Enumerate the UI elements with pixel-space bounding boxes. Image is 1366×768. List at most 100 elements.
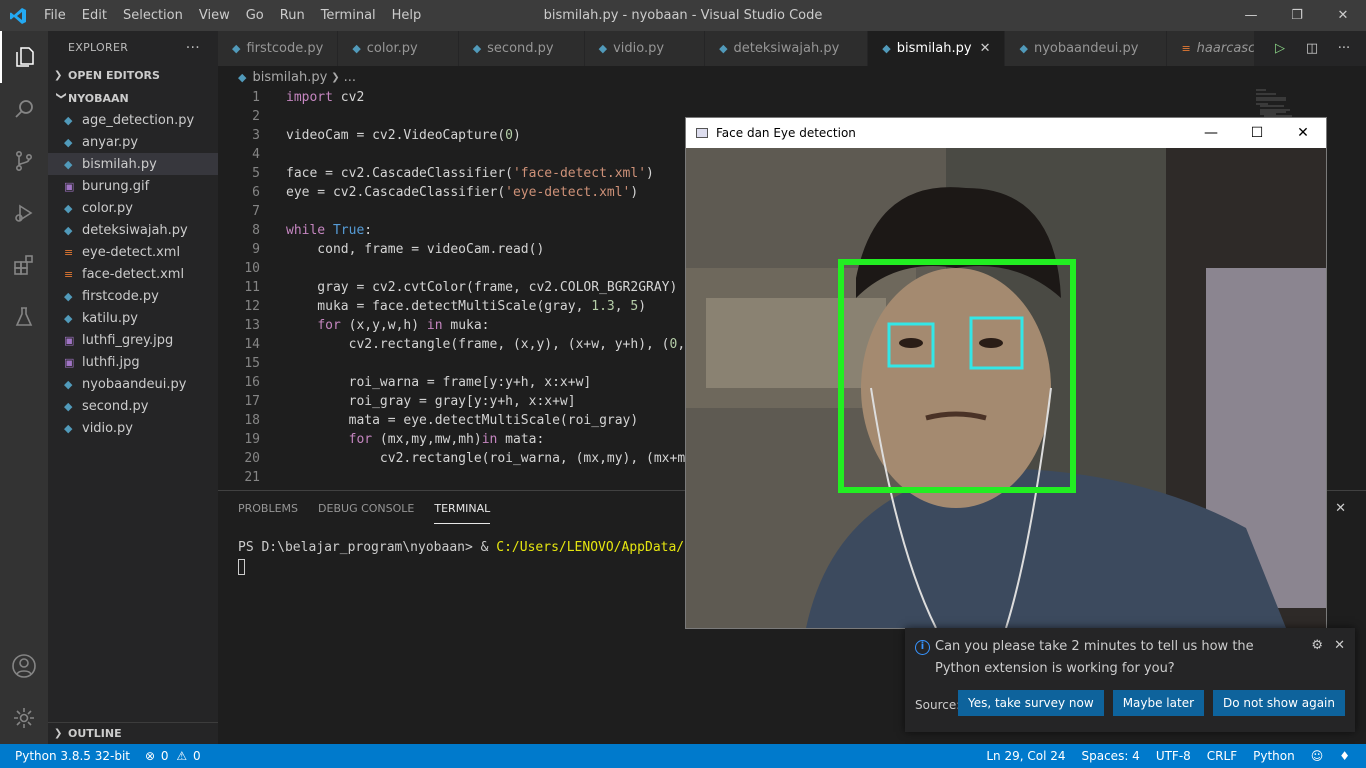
file-item[interactable]: ◆ nyobaandeui.py — [48, 373, 218, 395]
tab-debug-console[interactable]: DEBUG CONSOLE — [318, 494, 414, 523]
run-python-file-icon[interactable]: ▷ — [1264, 41, 1296, 56]
breadcrumb-file[interactable]: bismilah.py — [252, 70, 327, 85]
settings-gear-icon[interactable] — [0, 692, 48, 744]
file-item[interactable]: ◆ color.py — [48, 197, 218, 219]
vscode-logo-icon — [0, 0, 36, 31]
file-item[interactable]: ◆ second.py — [48, 395, 218, 417]
explorer-icon[interactable] — [0, 31, 48, 83]
code-text: muka = face.detectMultiScale(gray, 1.3, … — [286, 299, 647, 314]
menu-file[interactable]: File — [36, 0, 74, 31]
account-icon[interactable] — [0, 640, 48, 692]
menu-run[interactable]: Run — [272, 0, 313, 31]
file-item[interactable]: ◆ vidio.py — [48, 417, 218, 439]
file-item[interactable]: ◆ age_detection.py — [48, 109, 218, 131]
minimize-icon[interactable]: — — [1228, 0, 1274, 31]
file-item[interactable]: ▣ luthfi.jpg — [48, 351, 218, 373]
file-item[interactable]: ≡ face-detect.xml — [48, 263, 218, 285]
breadcrumb-rest[interactable]: ... — [344, 70, 356, 85]
outline-section[interactable]: ❯ OUTLINE — [48, 722, 218, 744]
file-label: luthfi_grey.jpg — [82, 332, 174, 348]
cursor-position[interactable]: Ln 29, Col 24 — [986, 749, 1065, 763]
code-text: for (x,y,w,h) in muka: — [317, 318, 490, 333]
menu-go[interactable]: Go — [238, 0, 272, 31]
restore-icon[interactable]: ❐ — [1274, 0, 1320, 31]
encoding[interactable]: UTF-8 — [1156, 749, 1191, 763]
folder-section[interactable]: ❯ NYOBAAN — [48, 87, 218, 109]
language-mode[interactable]: Python — [1253, 749, 1295, 763]
tab-problems[interactable]: PROBLEMS — [238, 494, 298, 523]
gear-icon[interactable]: ⚙ — [1311, 638, 1323, 653]
split-editor-icon[interactable]: ◫ — [1296, 41, 1328, 56]
menu-help[interactable]: Help — [384, 0, 430, 31]
tab-bismilah[interactable]: ◆ bismilah.py ✕ — [868, 31, 1006, 66]
run-debug-icon[interactable] — [0, 187, 48, 239]
problems-status[interactable]: ⊗ 0 ⚠ 0 — [145, 749, 201, 763]
file-item[interactable]: ◆ firstcode.py — [48, 285, 218, 307]
open-editors-section[interactable]: ❯ OPEN EDITORS — [48, 64, 218, 86]
file-item[interactable]: ◆ deteksiwajah.py — [48, 219, 218, 241]
tab-vidio[interactable]: ◆ vidio.py — [584, 31, 706, 66]
editor-tabs: ◆ firstcode.py ◆ color.py ◆ second.py ◆ vidi… — [218, 31, 1366, 66]
source-control-icon[interactable] — [0, 135, 48, 187]
python-file-icon: ◆ — [598, 42, 608, 55]
tab-color[interactable]: ◆ color.py — [338, 31, 459, 66]
end-of-line[interactable]: CRLF — [1207, 749, 1237, 763]
close-icon[interactable]: ✕ — [1334, 638, 1345, 653]
menu-selection[interactable]: Selection — [115, 0, 191, 31]
minimize-icon[interactable]: — — [1188, 118, 1234, 148]
menu-edit[interactable]: Edit — [74, 0, 115, 31]
tab-deteksiwajah[interactable]: ◆ deteksiwajah.py — [705, 31, 869, 66]
more-actions-icon[interactable]: ··· — [186, 40, 200, 56]
tab-terminal[interactable]: TERMINAL — [434, 494, 491, 524]
code-text: cond, frame = videoCam.read() — [286, 242, 545, 257]
file-item[interactable]: ◆ anyar.py — [48, 131, 218, 153]
more-actions-icon[interactable]: ··· — [1328, 41, 1360, 56]
image-file-icon: ▣ — [64, 355, 75, 369]
file-item[interactable]: ▣ luthfi_grey.jpg — [48, 329, 218, 351]
extensions-icon[interactable] — [0, 239, 48, 291]
opencv-window[interactable]: Face dan Eye detection — ☐ ✕ — [685, 117, 1327, 629]
maybe-later-button[interactable]: Maybe later — [1112, 690, 1205, 716]
file-label: color.py — [82, 200, 133, 216]
tab-nyobaandeui[interactable]: ◆ nyobaandeui.py — [1005, 31, 1168, 66]
file-label: katilu.py — [82, 310, 138, 326]
file-item-selected[interactable]: ◆ bismilah.py — [48, 153, 218, 175]
folder-label: NYOBAAN — [68, 91, 129, 105]
chevron-right-icon: ❯ — [54, 69, 63, 81]
window-controls: — ❐ ✕ — [1228, 0, 1366, 31]
tab-second[interactable]: ◆ second.py — [458, 31, 585, 66]
notifications-bell-icon[interactable]: ♦ — [1339, 749, 1350, 763]
file-item[interactable]: ≡ eye-detect.xml — [48, 241, 218, 263]
feedback-icon[interactable]: ☺ — [1311, 749, 1324, 763]
line-number: 12 — [244, 299, 260, 314]
do-not-show-again-button[interactable]: Do not show again — [1213, 690, 1345, 716]
code-line[interactable]: 1 import cv2 — [218, 88, 1366, 107]
search-icon[interactable] — [0, 83, 48, 135]
line-number: 17 — [244, 394, 260, 409]
opencv-window-title: Face dan Eye detection — [716, 126, 856, 140]
indentation[interactable]: Spaces: 4 — [1082, 749, 1140, 763]
terminal-cursor — [238, 558, 245, 575]
line-number: 18 — [244, 413, 260, 428]
close-icon[interactable]: ✕ — [1320, 0, 1366, 31]
file-item[interactable]: ◆ katilu.py — [48, 307, 218, 329]
python-file-icon: ◆ — [882, 42, 891, 55]
maximize-icon[interactable]: ☐ — [1234, 118, 1280, 148]
close-icon[interactable]: ✕ — [1280, 118, 1326, 148]
take-survey-button[interactable]: Yes, take survey now — [957, 690, 1104, 716]
tab-label: vidio.py — [613, 41, 665, 56]
testing-icon[interactable] — [0, 291, 48, 343]
menu-view[interactable]: View — [191, 0, 238, 31]
tab-firstcode[interactable]: ◆ firstcode.py — [218, 31, 339, 66]
file-item[interactable]: ▣ burung.gif — [48, 175, 218, 197]
line-number: 19 — [244, 432, 260, 447]
explorer-title: EXPLORER — [68, 41, 129, 54]
close-panel-icon[interactable]: ✕ — [1335, 501, 1346, 516]
line-number: 11 — [244, 280, 260, 295]
python-interpreter[interactable]: Python 3.8.5 32-bit — [15, 749, 130, 763]
tab-label: firstcode.py — [246, 41, 324, 56]
menu-terminal[interactable]: Terminal — [313, 0, 384, 31]
tab-close-icon[interactable]: ✕ — [980, 41, 991, 56]
status-bar: Python 3.8.5 32-bit ⊗ 0 ⚠ 0 Ln 29, Col 2… — [0, 744, 1366, 768]
